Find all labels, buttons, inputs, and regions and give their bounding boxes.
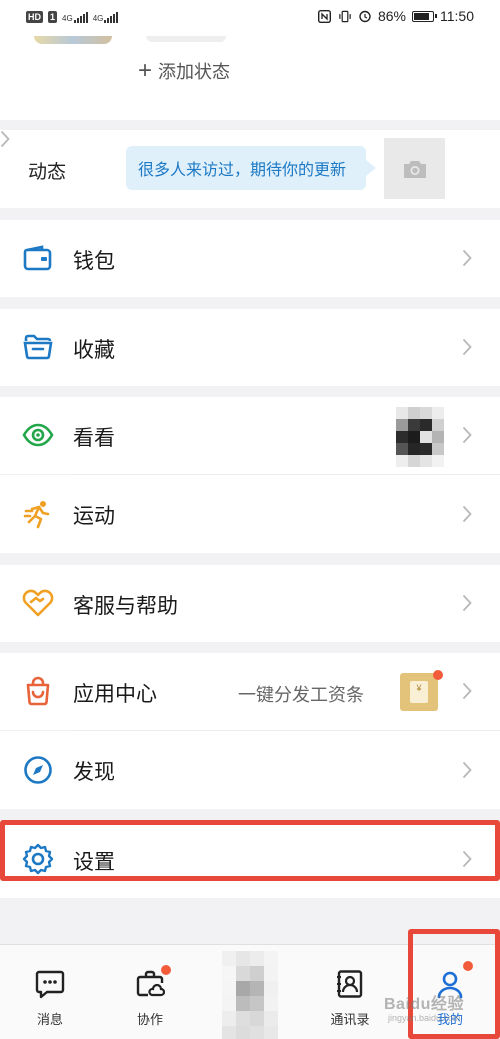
menu-item-sports[interactable]: 运动 xyxy=(0,475,500,553)
center-tab-blurred[interactable] xyxy=(222,951,278,1039)
briefcase-cloud-icon xyxy=(133,965,171,1001)
menu-item-wallet[interactable]: 钱包 xyxy=(0,220,500,297)
status-right: 86% 11:50 xyxy=(318,8,474,24)
dynamics-row[interactable]: 动态 很多人来访过，期待你的更新 xyxy=(0,130,500,208)
menu-item-support[interactable]: 客服与帮助 xyxy=(0,565,500,642)
folder-icon xyxy=(22,331,54,363)
menu-label-look: 看看 xyxy=(73,427,115,450)
signal-icon-2: 4G xyxy=(92,11,119,23)
camera-button[interactable] xyxy=(384,138,445,199)
menu-item-favorites[interactable]: 收藏 xyxy=(0,309,500,386)
menu-item-discover[interactable]: 发现 xyxy=(0,731,500,809)
shopping-bag-icon xyxy=(22,675,54,707)
sim-badge: 1 xyxy=(48,11,58,23)
clock: 11:50 xyxy=(440,8,474,24)
profile-card: + 添加状态 xyxy=(0,36,500,120)
tab-messages[interactable]: 消息 xyxy=(10,967,90,1028)
settings-highlight-box xyxy=(0,820,500,881)
notification-dot xyxy=(433,670,443,680)
chevron-right-icon xyxy=(460,593,474,613)
status-left: HD 1 4G 4G xyxy=(26,11,119,23)
tab-label-contacts: 通讯录 xyxy=(330,1012,370,1027)
tab-collab[interactable]: 协作 xyxy=(110,965,190,1028)
alarm-icon xyxy=(358,9,372,23)
app-center-promo-text: 一键分发工资条 xyxy=(238,685,364,705)
chevron-right-icon xyxy=(460,337,474,357)
wallet-icon xyxy=(22,242,54,274)
network-type-label: 4G xyxy=(62,13,73,23)
visitor-tip-text: 很多人来访过，期待你的更新 xyxy=(138,162,347,179)
dynamics-label: 动态 xyxy=(28,162,67,183)
look-thumbnail xyxy=(396,407,444,467)
visitor-tip-bubble: 很多人来访过，期待你的更新 xyxy=(126,146,376,190)
menu-label-app-center: 应用中心 xyxy=(73,683,157,706)
signal-icon: 4G xyxy=(62,11,88,23)
tab-label-collab: 协作 xyxy=(136,1012,163,1027)
add-status-button[interactable]: + 添加状态 xyxy=(138,58,230,84)
chevron-right-icon xyxy=(0,130,10,152)
chevron-right-icon xyxy=(460,681,474,701)
vibrate-icon xyxy=(338,9,352,23)
chevron-right-icon xyxy=(460,760,474,780)
nfc-icon xyxy=(318,9,332,23)
add-status-label: 添加状态 xyxy=(158,62,231,82)
avatar[interactable] xyxy=(34,36,112,44)
menu-label-wallet: 钱包 xyxy=(73,250,115,273)
running-icon xyxy=(22,498,54,530)
contacts-book-icon xyxy=(333,967,367,1001)
compass-icon xyxy=(22,754,54,786)
chevron-right-icon xyxy=(460,504,474,524)
status-bar: HD 1 4G 4G 86% 11:50 xyxy=(0,0,500,36)
profile-name-placeholder xyxy=(146,36,226,42)
menu-item-look[interactable]: 看看 xyxy=(0,397,500,474)
menu-item-app-center[interactable]: 应用中心 一键分发工资条 ¥ xyxy=(0,653,500,730)
menu-label-discover: 发现 xyxy=(73,761,115,784)
network-type-label-2: 4G xyxy=(92,13,104,23)
chat-bubble-icon xyxy=(33,967,67,1001)
menu-label-sports: 运动 xyxy=(73,505,115,528)
menu-label-favorites: 收藏 xyxy=(73,339,115,362)
hd-badge: HD xyxy=(26,11,43,23)
battery-icon xyxy=(412,10,437,22)
chevron-right-icon xyxy=(460,248,474,268)
heart-handshake-icon xyxy=(22,587,54,619)
watermark-logo: Baidu经验 xyxy=(384,996,464,1013)
tab-contacts[interactable]: 通讯录 xyxy=(310,967,390,1028)
camera-icon xyxy=(403,160,426,178)
payslip-app-icon: ¥ xyxy=(400,673,438,711)
plus-icon: + xyxy=(138,57,153,84)
notification-dot xyxy=(161,965,171,975)
watermark-url: jingyan.baidu.com xyxy=(388,1013,461,1023)
eye-icon xyxy=(22,419,54,451)
battery-percent: 86% xyxy=(377,8,406,24)
chevron-right-icon xyxy=(460,425,474,445)
menu-label-support: 客服与帮助 xyxy=(73,595,178,618)
tab-label-messages: 消息 xyxy=(36,1012,63,1027)
